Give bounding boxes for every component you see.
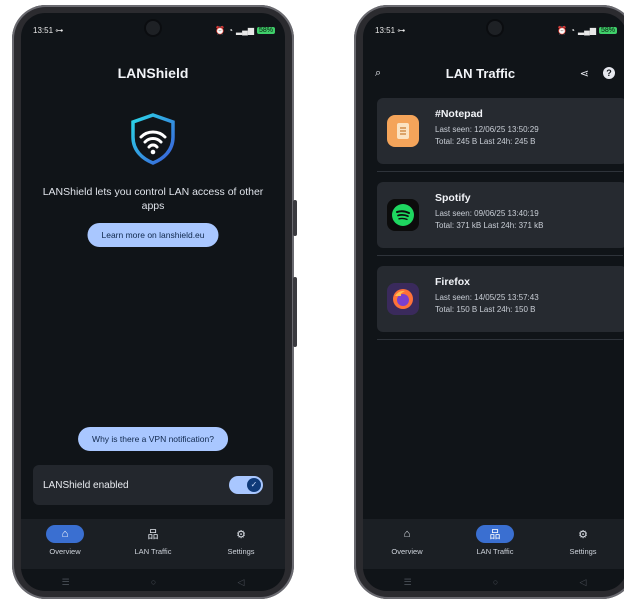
last-seen: Last seen: 09/06/25 13:40:19 (435, 209, 539, 218)
signal-icon: ▂▄▆ (578, 25, 596, 35)
wifi-icon: ◔ (570, 25, 575, 35)
signal-icon: ▂▄▆ (236, 25, 254, 35)
nav-label: Settings (569, 547, 597, 556)
list-divider (377, 171, 623, 172)
nav-settings[interactable]: ⚙ Settings (201, 525, 281, 557)
back-icon[interactable]: ◁ (579, 577, 586, 588)
nav-label: Settings (227, 547, 255, 556)
network-icon: 品 (147, 529, 159, 541)
overview-screen: 13:51 ⊶ ⏰ ◔ ▂▄▆ 58% LANShield LANShield (21, 13, 285, 591)
firefox-icon (387, 283, 419, 315)
help-icon[interactable]: ? (602, 66, 615, 79)
alarm-icon: ⏰ (557, 25, 568, 35)
alarm-icon: ⏰ (215, 25, 226, 35)
lan-traffic-screen: 13:51 ⊶ ⏰ ◔ ▂▄▆ 58% ⌕ LAN Traffic ⋖ ? #N… (363, 13, 624, 591)
last-seen: Last seen: 12/06/25 13:50:29 (435, 125, 539, 134)
gear-icon: ⚙ (236, 528, 246, 541)
nav-overview[interactable]: ⌂ Overview (367, 525, 447, 556)
system-navigation: ☰ ○ ◁ (21, 573, 285, 591)
spotify-icon (387, 199, 419, 231)
status-time: 13:51 (33, 25, 54, 35)
recents-icon[interactable]: ☰ (404, 577, 412, 588)
learn-more-button[interactable]: Learn more on lanshield.eu (87, 223, 219, 247)
nav-label: Overview (391, 547, 423, 556)
search-icon[interactable]: ⌕ (375, 67, 381, 80)
home-circle-icon[interactable]: ○ (493, 577, 498, 587)
lanshield-toggle-row[interactable]: LANShield enabled ✓ (33, 465, 273, 505)
key-icon: ⊶ (55, 25, 64, 35)
status-time: 13:51 (375, 25, 396, 35)
app-title: LANShield (117, 65, 189, 81)
nav-label: LAN Traffic (134, 547, 172, 556)
bottom-navigation: ⌂ Overview 品 LAN Traffic ⚙ Settings (21, 519, 285, 569)
volume-button (293, 200, 297, 236)
nav-overview[interactable]: ⌂ Overview (25, 525, 105, 556)
lanshield-switch[interactable]: ✓ (229, 476, 263, 494)
phone-frame-right: 13:51 ⊶ ⏰ ◔ ▂▄▆ 58% ⌕ LAN Traffic ⋖ ? #N… (354, 5, 624, 599)
app-name: Firefox (435, 276, 471, 288)
wifi-icon: ◔ (228, 25, 233, 35)
last-seen: Last seen: 14/05/25 13:57:43 (435, 293, 539, 302)
share-icon[interactable]: ⋖ (580, 67, 589, 80)
status-bar: 13:51 ⊶ ⏰ ◔ ▂▄▆ 58% (375, 23, 617, 37)
network-icon: 品 (476, 525, 514, 543)
notepad-icon (387, 115, 419, 147)
list-divider (377, 339, 623, 340)
power-button (293, 277, 297, 347)
check-icon: ✓ (247, 478, 261, 492)
list-divider (377, 255, 623, 256)
battery-indicator: 58% (256, 26, 275, 34)
recents-icon[interactable]: ☰ (62, 577, 70, 588)
app-description: LANShield lets you control LAN access of… (42, 186, 264, 212)
home-icon: ⌂ (403, 528, 411, 540)
home-circle-icon[interactable]: ○ (151, 577, 156, 587)
app-card-spotify[interactable]: Spotify Last seen: 09/06/25 13:40:19 Tot… (377, 182, 624, 248)
app-name: #Notepad (435, 108, 483, 120)
nav-label: LAN Traffic (476, 547, 514, 556)
traffic-totals: Total: 371 kB Last 24h: 371 kB (435, 221, 544, 230)
page-title: LAN Traffic (445, 65, 516, 81)
vpn-notification-button[interactable]: Why is there a VPN notification? (78, 427, 228, 451)
bottom-navigation: ⌂ Overview 品 LAN Traffic ⚙ Settings (363, 519, 624, 569)
status-bar: 13:51 ⊶ ⏰ ◔ ▂▄▆ 58% (33, 23, 275, 37)
nav-lan-traffic[interactable]: 品 LAN Traffic (113, 525, 193, 556)
app-card-notepad[interactable]: #Notepad Last seen: 12/06/25 13:50:29 To… (377, 98, 624, 164)
phone-frame-left: 13:51 ⊶ ⏰ ◔ ▂▄▆ 58% LANShield LANShield (12, 5, 297, 599)
battery-indicator: 58% (598, 26, 617, 34)
nav-label: Overview (49, 547, 81, 556)
app-card-firefox[interactable]: Firefox Last seen: 14/05/25 13:57:43 Tot… (377, 266, 624, 332)
nav-lan-traffic[interactable]: 品 LAN Traffic (455, 525, 535, 556)
traffic-totals: Total: 150 B Last 24h: 150 B (435, 305, 536, 314)
traffic-totals: Total: 245 B Last 24h: 245 B (435, 137, 536, 146)
toggle-label: LANShield enabled (43, 479, 129, 491)
system-navigation: ☰ ○ ◁ (363, 573, 624, 591)
key-icon: ⊶ (397, 25, 406, 35)
top-app-bar: ⌕ LAN Traffic ⋖ ? (375, 65, 615, 81)
nav-settings[interactable]: ⚙ Settings (543, 525, 623, 557)
back-icon[interactable]: ◁ (237, 577, 244, 588)
home-icon: ⌂ (46, 525, 84, 543)
gear-icon: ⚙ (578, 528, 588, 541)
shield-wifi-icon (131, 113, 175, 165)
app-name: Spotify (435, 192, 471, 204)
